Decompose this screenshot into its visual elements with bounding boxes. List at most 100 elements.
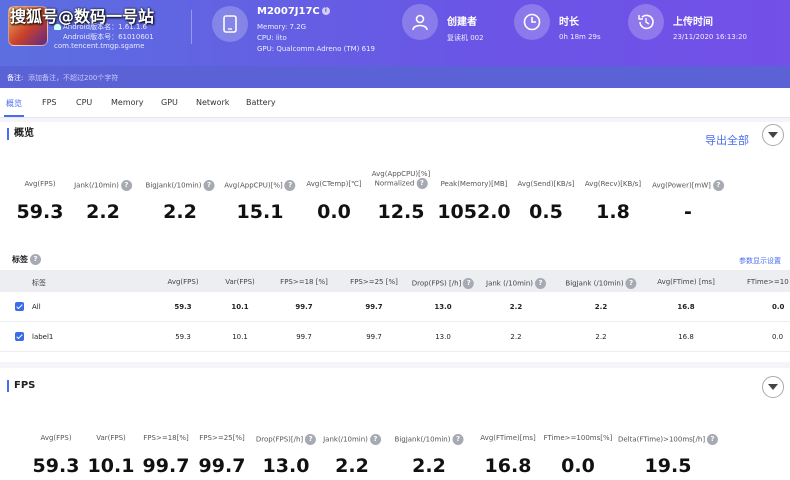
phone-icon [212,6,248,42]
tab-cpu[interactable]: CPU [76,98,92,107]
help-icon[interactable]: ? [535,278,546,289]
help-icon[interactable]: ? [452,434,464,445]
help-icon[interactable]: ? [305,434,317,445]
duration-label: 时长 [559,17,579,28]
android-version-code: Android版本号：61010601 [63,33,154,41]
report-header: 搜狐号@数码一号站 Android版本名：1.61.1.6 Android版本号… [0,0,790,66]
column-header: Var(FPS) [225,278,255,286]
table-cell: 2.2 [594,303,608,311]
stat-label: BigJank(/10min)? [395,434,464,445]
app-package-name: com.tencent.tmgp.sgame [54,42,145,50]
table-cell: 10.1 [232,333,248,341]
table-cell: 99.7 [296,333,312,341]
stat-label: Avg(FPS) [24,180,56,188]
stat-label: Avg(Power)[mW]? [652,180,724,191]
column-header: FPS>=25 [%] [350,278,398,286]
help-icon[interactable]: ? [120,180,132,191]
stat-value: 59.3 [32,455,80,477]
stat-value: 2.2 [412,455,446,477]
help-icon[interactable]: ? [203,180,215,191]
history-icon [628,4,664,40]
header-divider [191,10,192,44]
active-tab-indicator [4,115,24,117]
stat-label: Jank(/10min)? [323,434,381,445]
column-header: FTime>=10 [747,278,789,286]
stat-label: BigJank(/10min)? [146,180,215,191]
tab-network[interactable]: Network [196,98,229,107]
chevron-down-icon [768,132,778,138]
table-cell: 99.7 [365,303,383,311]
chevron-down-icon [768,384,778,390]
row-label: All [32,303,41,311]
stat-label: FTime>=100ms[%] [543,434,613,442]
table-cell: 2.2 [510,333,522,341]
table-header: 标签 Avg(FPS) Var(FPS) FPS>=18 [%] FPS>=25… [0,270,790,292]
table-cell: 13.0 [435,333,451,341]
info-icon[interactable]: i [321,7,330,15]
device-gpu: GPU: Qualcomm Adreno (TM) 619 [257,45,375,53]
row-label: label1 [32,333,54,341]
stat-label: Avg(FPS) [40,434,72,442]
tab-bar: 概览 FPS CPU Memory GPU Network Battery [0,88,790,118]
stat-label: Avg(CTemp)[℃] [306,180,362,188]
note-input[interactable]: 添加备注，不超过200个字符 [28,73,118,83]
help-icon[interactable]: ? [463,278,475,289]
column-header: 标签 [32,279,46,287]
table-cell: 16.8 [677,303,695,311]
device-memory: Memory: 7.2G [257,23,307,31]
column-header: FPS>=18 [%] [280,278,328,286]
tab-fps[interactable]: FPS [42,98,57,107]
tab-memory[interactable]: Memory [111,98,144,107]
creator-value: 复读机 002 [447,34,484,42]
table-cell: 99.7 [366,333,382,341]
export-all-button[interactable]: 导出全部 [705,132,749,148]
tab-gpu[interactable]: GPU [161,98,178,107]
stat-value: - [684,201,692,223]
stat-label: Peak(Memory)[MB] [440,180,508,188]
help-icon[interactable]: ? [707,434,719,445]
note-bar: 备注: 添加备注，不超过200个字符 [0,66,790,88]
help-icon[interactable]: ? [625,278,637,289]
stat-label: Var(FPS) [96,434,126,442]
stat-label: Avg(AppCPU)[%]? [224,180,296,191]
device-cpu: CPU: lito [257,34,287,42]
help-icon[interactable]: ? [284,180,296,191]
row-checkbox[interactable] [15,332,24,341]
tab-overview[interactable]: 概览 [6,98,22,109]
stat-value: 2.2 [163,201,197,223]
stat-value: 13.0 [262,455,310,477]
overview-collapse-button[interactable] [762,124,784,146]
table-cell: 0.0 [772,333,784,341]
table-row[interactable]: All 59.3 10.1 99.7 99.7 13.0 2.2 2.2 16.… [0,292,790,322]
stat-value: 10.1 [87,455,135,477]
table-row[interactable]: label1 59.3 10.1 99.7 99.7 13.0 2.2 2.2 … [0,322,790,352]
table-cell: 10.1 [231,303,249,311]
display-settings-link[interactable]: 参数显示设置 [739,256,781,266]
table-cell: 16.8 [678,333,694,341]
stat-label: Avg(Recv)[KB/s] [584,180,642,188]
fps-collapse-button[interactable] [762,376,784,398]
stat-value: 12.5 [377,201,425,223]
user-icon [402,4,438,40]
column-header: Avg(FPS) [167,278,199,286]
stat-value: 2.2 [86,201,120,223]
app-version-info: Android版本名：1.61.1.6 Android版本号：61010601 [54,22,154,42]
help-icon[interactable]: ? [30,254,41,265]
column-header: BigJank (/10min)? [565,278,637,289]
upload-time-value: 23/11/2020 16:13:20 [673,33,748,41]
tags-title: 标签? [12,254,41,265]
help-icon[interactable]: ? [369,434,381,445]
table-cell: 0.0 [772,303,785,311]
help-icon[interactable]: ? [416,178,428,189]
stat-label: Avg(AppCPU)[%] Normalized? [371,170,431,189]
help-icon[interactable]: ? [712,180,724,191]
stat-value: 15.1 [236,201,284,223]
stat-label: Drop(FPS)[/h]? [256,434,317,445]
clock-icon [514,4,550,40]
tab-battery[interactable]: Battery [246,98,276,107]
stat-label: FPS>=18[%] [143,434,189,442]
row-checkbox[interactable] [15,302,24,311]
stat-label: Jank(/10min)? [74,180,132,191]
column-header: Jank (/10min)? [486,278,546,289]
stat-value: 19.5 [644,455,692,477]
